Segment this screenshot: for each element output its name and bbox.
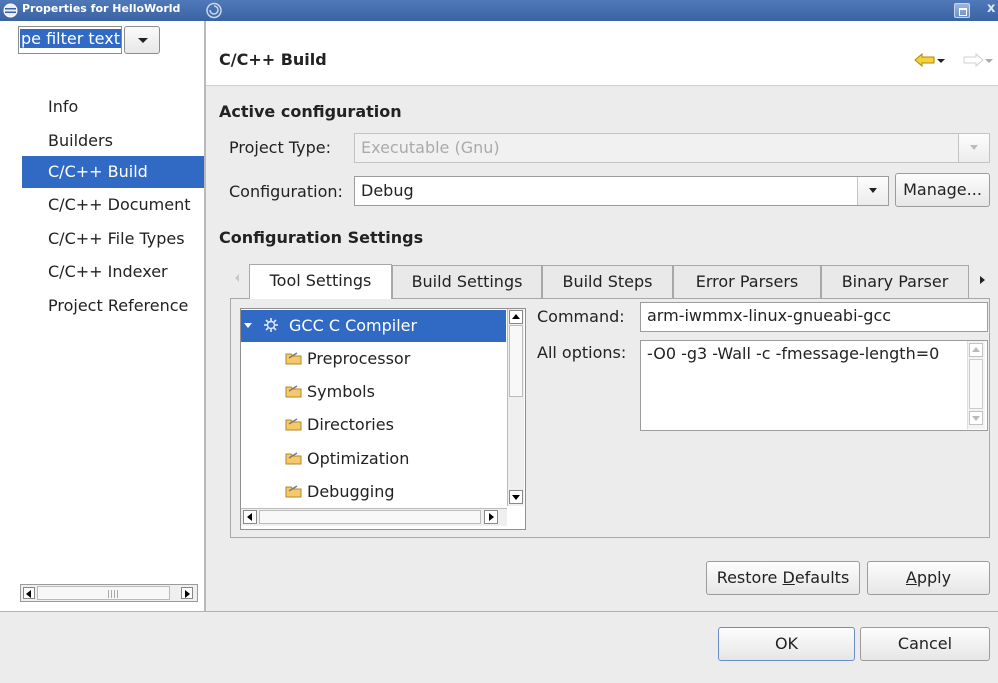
options-folder-icon [285,385,302,398]
tree-item-label: Directories [307,415,394,434]
forward-dropdown-icon[interactable] [985,59,993,63]
scroll-down-arrow-icon[interactable] [969,411,983,425]
nav-item-cpp-document[interactable]: C/C++ Document [22,189,204,221]
nav-item-project-references[interactable]: Project Reference [22,290,204,322]
tree-horizontal-scrollbar[interactable] [241,508,507,526]
nav-item-cpp-indexer[interactable]: C/C++ Indexer [22,256,204,288]
filter-text: pe filter text [20,29,121,48]
expand-arrow-icon[interactable] [244,323,252,328]
chevron-down-icon[interactable] [857,177,888,205]
options-folder-icon [285,485,302,498]
filter-dropdown-button[interactable] [124,26,160,54]
scroll-thumb[interactable] [37,586,170,600]
restore-defaults-mnemonic: D [782,568,795,587]
tab-build-settings[interactable]: Build Settings [392,265,542,298]
tab-scroll-left-icon[interactable] [235,274,239,282]
scroll-up-arrow-icon[interactable] [509,310,523,324]
all-options-label: All options: [537,343,627,362]
configuration-combo[interactable]: Debug [354,176,889,206]
scroll-up-arrow-icon[interactable] [969,343,983,357]
gear-icon [264,318,278,332]
back-dropdown-icon[interactable] [937,59,945,63]
left-horizontal-scrollbar[interactable] [20,584,198,602]
tree-item-label: Debugging [307,482,395,501]
window-title: Properties for HelloWorld [22,2,181,15]
tab-build-steps[interactable]: Build Steps [542,265,673,298]
title-bar[interactable]: Properties for HelloWorld x [0,0,998,21]
apply-label: pply [916,568,952,587]
project-type-label: Project Type: [229,138,331,157]
apply-button[interactable]: Apply [867,561,990,595]
tree-item-label: GCC C Compiler [289,316,418,335]
all-options-field[interactable]: -O0 -g3 -Wall -c -fmessage-length=0 [640,340,988,431]
configuration-label: Configuration: [229,182,343,201]
restore-defaults-label-end: efaults [794,568,850,587]
tree-item-label: Symbols [307,382,375,401]
command-field[interactable]: arm-iwmmx-linux-gnueabi-gcc [640,302,988,332]
nav-item-cpp-file-types[interactable]: C/C++ File Types [22,223,204,255]
tree-item-label: Optimization [307,449,410,468]
cancel-button[interactable]: Cancel [860,627,990,661]
configuration-value: Debug [361,181,414,200]
restore-defaults-label: Restore [716,568,783,587]
project-type-value: Executable (Gnu) [361,138,500,157]
scroll-down-arrow-icon[interactable] [509,490,523,504]
close-icon[interactable]: x [987,1,995,16]
swirl-icon [206,2,222,19]
nav-item-builders[interactable]: Builders [22,125,204,157]
restore-defaults-button[interactable]: Restore Defaults [706,561,860,595]
scroll-thumb[interactable] [509,325,523,397]
tab-tool-settings[interactable]: Tool Settings [249,264,392,299]
nav-item-cpp-build[interactable]: C/C++ Build [22,156,204,188]
filter-input[interactable]: pe filter text [18,26,122,54]
page-title: C/C++ Build [219,50,327,69]
scroll-right-arrow-icon[interactable] [181,587,193,599]
scroll-thumb[interactable] [969,359,983,409]
tree-item-label: Preprocessor [307,349,411,368]
scroll-left-arrow-icon[interactable] [23,587,35,599]
options-folder-icon [285,418,302,431]
configuration-settings-heading: Configuration Settings [219,228,424,247]
options-folder-icon [285,352,302,365]
tab-scroll-right-icon[interactable] [980,276,985,284]
forward-arrow-icon[interactable] [962,53,984,67]
command-label: Command: [537,307,625,326]
nav-item-info[interactable]: Info [22,91,204,123]
chevron-down-icon [958,134,989,162]
options-folder-icon [285,452,302,465]
tab-error-parsers[interactable]: Error Parsers [673,265,821,298]
maximize-button[interactable] [954,3,970,18]
project-type-combo: Executable (Gnu) [354,133,990,163]
manage-button[interactable]: Manage... [895,173,990,207]
scroll-left-arrow-icon[interactable] [243,510,257,524]
tree-item-gcc-c-compiler[interactable]: GCC C Compiler [241,310,506,342]
scroll-thumb[interactable] [259,510,481,524]
tab-binary-parser[interactable]: Binary Parser [821,265,969,298]
scroll-right-arrow-icon[interactable] [484,510,498,524]
eclipse-icon [3,3,18,18]
tool-tree[interactable]: GCC C Compiler Preprocessor Symbols Dire… [240,308,526,530]
ok-button[interactable]: OK [718,627,855,661]
tree-vertical-scrollbar[interactable] [507,309,524,506]
options-vertical-scrollbar[interactable] [967,341,985,429]
back-arrow-icon[interactable] [914,53,936,67]
active-configuration-heading: Active configuration [219,102,402,121]
apply-mnemonic: A [905,568,917,587]
